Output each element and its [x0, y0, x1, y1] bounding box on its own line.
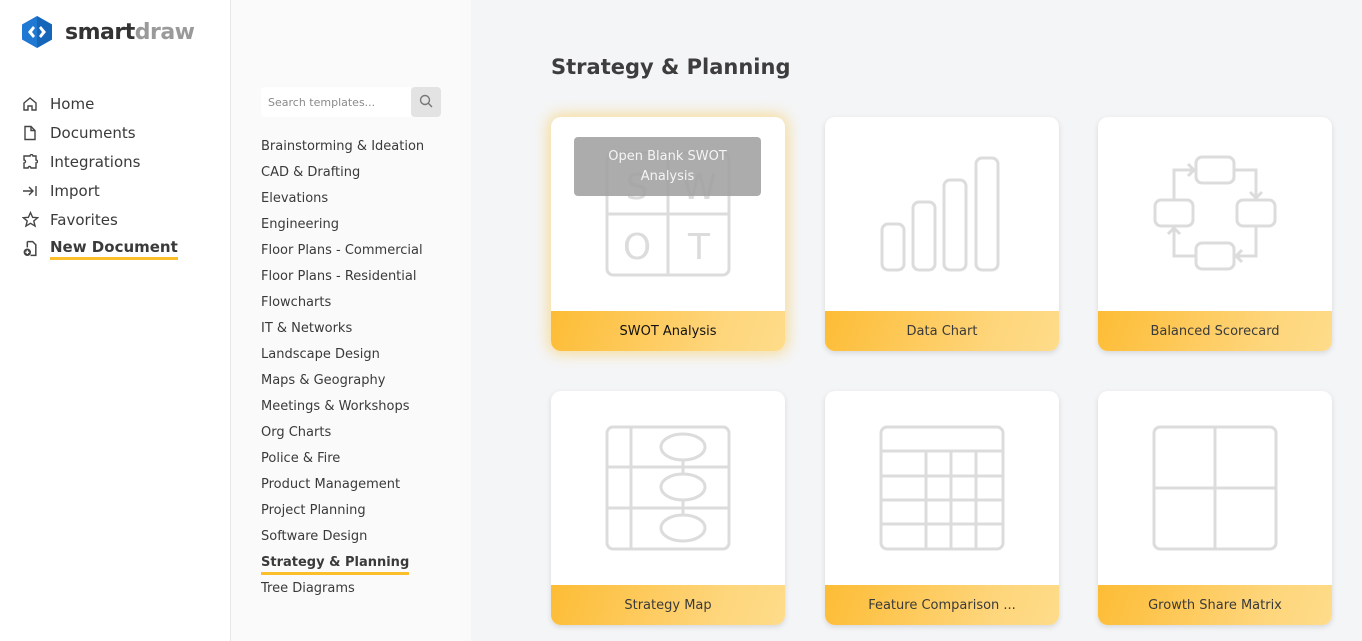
- category-label: Project Planning: [261, 503, 366, 518]
- nav-label: Favorites: [50, 210, 118, 229]
- import-arrow-icon: [21, 182, 39, 200]
- category-label: Org Charts: [261, 425, 332, 440]
- category-item[interactable]: Floor Plans - Residential: [261, 264, 424, 290]
- category-list: Brainstorming & Ideation CAD & Drafting El…: [261, 134, 424, 602]
- card-title: Strategy Map: [551, 585, 785, 625]
- category-label: Floor Plans - Commercial: [261, 243, 423, 258]
- category-item[interactable]: Brainstorming & Ideation: [261, 134, 424, 160]
- card-title: Growth Share Matrix: [1098, 585, 1332, 625]
- nav-item-favorites[interactable]: Favorites: [21, 205, 178, 234]
- home-icon: [21, 95, 39, 113]
- star-icon: [21, 211, 39, 229]
- nav-label: Documents: [50, 123, 136, 142]
- category-label: Strategy & Planning: [261, 555, 410, 575]
- left-navigation: smartdraw Home Documents Integrations Im…: [0, 0, 231, 641]
- nav-label: Integrations: [50, 152, 141, 171]
- category-item[interactable]: Tree Diagrams: [261, 576, 424, 602]
- category-label: Flowcharts: [261, 295, 332, 310]
- nav-item-documents[interactable]: Documents: [21, 118, 178, 147]
- nav-item-integrations[interactable]: Integrations: [21, 147, 178, 176]
- nav-item-home[interactable]: Home: [21, 89, 178, 118]
- main-nav: Home Documents Integrations Import Favor…: [21, 89, 178, 263]
- category-label: Tree Diagrams: [261, 581, 355, 596]
- card-title: Feature Comparison ...: [825, 585, 1059, 625]
- card-title: SWOT Analysis: [551, 311, 785, 351]
- brand-name: smartdraw: [65, 19, 195, 45]
- card-title: Balanced Scorecard: [1098, 311, 1332, 351]
- nav-label: Home: [50, 94, 95, 113]
- category-item[interactable]: Landscape Design: [261, 342, 424, 368]
- category-label: Meetings & Workshops: [261, 399, 410, 414]
- category-label: Product Management: [261, 477, 401, 492]
- category-item[interactable]: Org Charts: [261, 420, 424, 446]
- category-label: Brainstorming & Ideation: [261, 139, 425, 154]
- document-icon: [21, 124, 39, 142]
- category-item[interactable]: Flowcharts: [261, 290, 424, 316]
- search-button[interactable]: [411, 87, 441, 117]
- category-label: IT & Networks: [261, 321, 353, 336]
- open-blank-template-button[interactable]: Open Blank SWOT Analysis: [574, 137, 761, 196]
- category-item[interactable]: Meetings & Workshops: [261, 394, 424, 420]
- search-icon: [419, 93, 433, 112]
- nav-label: Import: [50, 181, 100, 200]
- template-card-growth-share-matrix[interactable]: Growth Share Matrix: [1098, 391, 1332, 625]
- four-quadrant-icon: [1098, 391, 1332, 585]
- category-label: Maps & Geography: [261, 373, 386, 388]
- puzzle-icon: [21, 153, 39, 171]
- nav-item-import[interactable]: Import: [21, 176, 178, 205]
- category-label: Floor Plans - Residential: [261, 269, 417, 284]
- category-item[interactable]: CAD & Drafting: [261, 160, 424, 186]
- template-category-panel: Brainstorming & Ideation CAD & Drafting El…: [231, 0, 471, 641]
- category-item[interactable]: IT & Networks: [261, 316, 424, 342]
- category-label: Police & Fire: [261, 451, 341, 466]
- template-card-balanced-scorecard[interactable]: Balanced Scorecard: [1098, 117, 1332, 351]
- comparison-table-icon: [825, 391, 1059, 585]
- smartdraw-logo[interactable]: smartdraw: [21, 15, 195, 49]
- template-card-feature-comparison[interactable]: Feature Comparison ...: [825, 391, 1059, 625]
- template-search: [261, 87, 441, 117]
- category-item[interactable]: Strategy & Planning: [261, 550, 424, 576]
- category-item[interactable]: Floor Plans - Commercial: [261, 238, 424, 264]
- category-item[interactable]: Police & Fire: [261, 446, 424, 472]
- swot-letter: T: [687, 227, 711, 268]
- category-label: Engineering: [261, 217, 339, 232]
- card-title: Data Chart: [825, 311, 1059, 351]
- strategy-map-icon: [551, 391, 785, 585]
- nav-item-new-document[interactable]: New Document: [21, 234, 178, 263]
- search-templates-input[interactable]: [261, 87, 411, 117]
- page-title: Strategy & Planning: [551, 55, 791, 79]
- smartdraw-logo-icon: [22, 16, 52, 48]
- category-item[interactable]: Engineering: [261, 212, 424, 238]
- template-card-swot-analysis[interactable]: S W O T Open Blank SWOT Analysis SWOT An…: [551, 117, 785, 351]
- category-item[interactable]: Elevations: [261, 186, 424, 212]
- bar-chart-icon: [825, 117, 1059, 311]
- category-label: CAD & Drafting: [261, 165, 361, 180]
- category-label: Elevations: [261, 191, 329, 206]
- template-card-data-chart[interactable]: Data Chart: [825, 117, 1059, 351]
- category-label: Landscape Design: [261, 347, 380, 362]
- swot-letter: O: [623, 227, 651, 268]
- template-card-strategy-map[interactable]: Strategy Map: [551, 391, 785, 625]
- category-item[interactable]: Project Planning: [261, 498, 424, 524]
- cycle-diagram-icon: [1098, 117, 1332, 311]
- new-document-icon: [21, 240, 39, 258]
- nav-label: New Document: [50, 238, 178, 260]
- category-item[interactable]: Software Design: [261, 524, 424, 550]
- category-item[interactable]: Product Management: [261, 472, 424, 498]
- category-label: Software Design: [261, 529, 368, 544]
- category-item[interactable]: Maps & Geography: [261, 368, 424, 394]
